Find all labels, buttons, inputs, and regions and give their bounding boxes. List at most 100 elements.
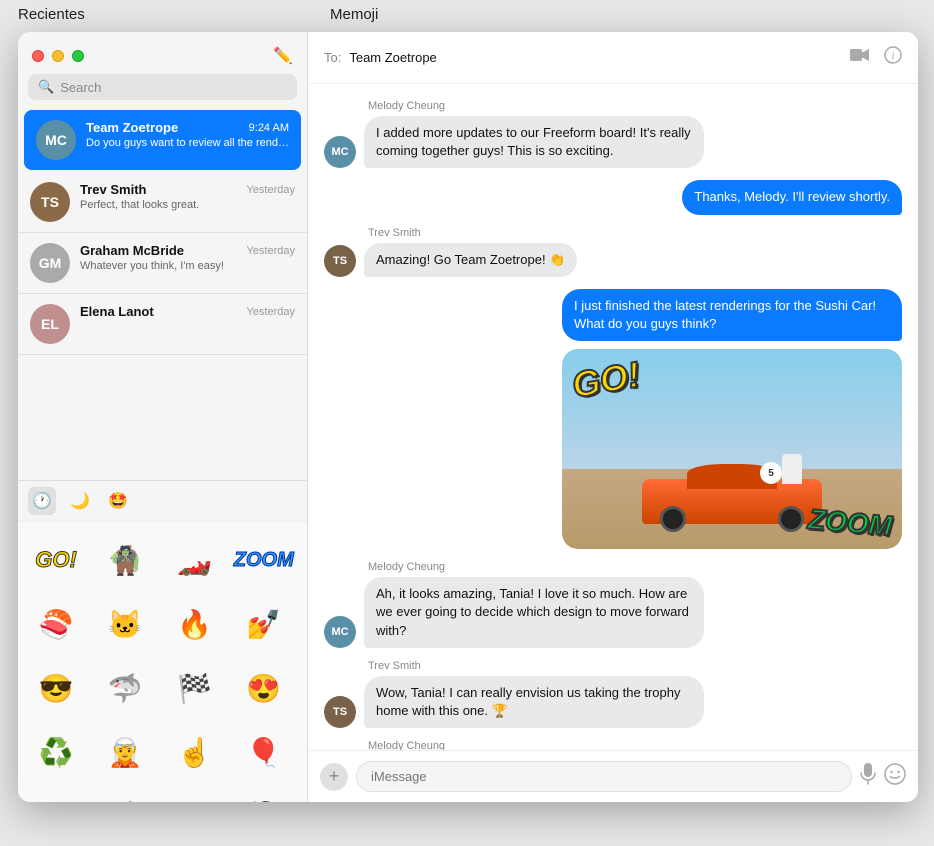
bubble-msg2: Thanks, Melody. I'll review shortly. (682, 180, 902, 214)
sticker-balloon[interactable]: 🎈 (234, 722, 294, 782)
to-label: To: (324, 50, 341, 65)
conv-preview-graham-mcbride: Whatever you think, I'm easy! (80, 260, 295, 272)
conv-content-graham: Graham McBride Yesterday Whatever you th… (80, 243, 295, 272)
messages-window: ✏️ 🔍 Search MC Team Zoetrope 9:24 AM Do … (18, 32, 918, 802)
avatar-melody-cheung-2: MC (324, 616, 356, 648)
search-bar[interactable]: 🔍 Search (28, 74, 297, 100)
conv-time-elena-lanot: Yesterday (246, 306, 295, 318)
conversation-list: MC Team Zoetrope 9:24 AM Do you guys wan… (18, 108, 307, 480)
msg-row-3: TS Amazing! Go Team Zoetrope! 👏 (324, 243, 902, 277)
sender-label-trev-1: Trev Smith (368, 227, 902, 239)
msg-group-2: Thanks, Melody. I'll review shortly. (324, 180, 902, 214)
sticker-sushi[interactable]: 🍣 (26, 594, 86, 654)
conv-preview-team-zoetrope: Do you guys want to review all the rende… (86, 137, 289, 149)
sticker-shark[interactable]: 🦈 (95, 658, 155, 718)
avatar-melody-cheung: MC (324, 136, 356, 168)
chat-header: To: Team Zoetrope i (308, 32, 918, 84)
conversation-item-elena-lanot[interactable]: EL Elena Lanot Yesterday (18, 294, 307, 355)
sticker-monster[interactable]: 🧌 (95, 530, 155, 590)
conv-header-elena: Elena Lanot Yesterday (80, 304, 295, 319)
conversation-item-trev-smith[interactable]: TS Trev Smith Yesterday Perfect, that lo… (18, 172, 307, 233)
msg-group-7: Melody Cheung MC Do you guys want to rev… (324, 740, 902, 750)
sushi-car-photo: 5 GO! ZOOM (562, 349, 902, 549)
msg-row-5: MC Ah, it looks amazing, Tania! I love i… (324, 577, 902, 648)
conv-name-elena-lanot: Elena Lanot (80, 304, 154, 319)
add-attachment-button[interactable]: + (320, 763, 348, 791)
sticker-memoji-person[interactable]: 🧑 (234, 786, 294, 802)
avatar-elena-lanot: EL (30, 304, 70, 344)
audio-icon[interactable] (860, 763, 876, 790)
conv-time-trev-smith: Yesterday (246, 184, 295, 196)
avatar-trev-smith: TS (30, 182, 70, 222)
conversation-item-graham-mcbride[interactable]: GM Graham McBride Yesterday Whatever you… (18, 233, 307, 294)
minimize-button[interactable] (52, 50, 64, 62)
emoji-icon[interactable] (884, 763, 906, 791)
sticker-recycle[interactable]: ♻️ (26, 722, 86, 782)
bubble-msg4: I just finished the latest renderings fo… (562, 289, 902, 341)
bubble-msg6: Wow, Tania! I can really envision us tak… (364, 676, 704, 728)
avatar-trev-smith-chat-2: TS (324, 696, 356, 728)
conv-header-trev: Trev Smith Yesterday (80, 182, 295, 197)
msg-row-1: MC I added more updates to our Freeform … (324, 116, 902, 168)
conv-content-elena: Elena Lanot Yesterday (80, 304, 295, 321)
sticker-fire[interactable]: 🔥 (165, 594, 225, 654)
sticker-cat[interactable]: 🐱 (95, 594, 155, 654)
msg-group-4: I just finished the latest renderings fo… (324, 289, 902, 549)
sender-label-melody-1: Melody Cheung (368, 100, 902, 112)
titlebar: ✏️ (18, 32, 307, 74)
maximize-button[interactable] (72, 50, 84, 62)
conv-name-team-zoetrope: Team Zoetrope (86, 120, 178, 135)
sticker-hearteyes[interactable]: 😍 (234, 658, 294, 718)
message-input[interactable] (356, 761, 852, 792)
chat-header-icons: i (850, 46, 902, 69)
bubble-msg1: I added more updates to our Freeform boa… (364, 116, 704, 168)
conv-header: Team Zoetrope 9:24 AM (86, 120, 289, 135)
sticker-tab-recents[interactable]: 🕐 (28, 487, 56, 515)
sticker-nailpaint[interactable]: 💅 (234, 594, 294, 654)
sticker-bubbletea[interactable]: 🧋 (95, 786, 155, 802)
msg-group-1: Melody Cheung MC I added more updates to… (324, 100, 902, 168)
sticker-memoji-girl[interactable]: 🧝 (95, 722, 155, 782)
sushi-car-image: 5 GO! ZOOM (562, 349, 902, 549)
sticker-tabs: 🕐 🌙 🤩 (18, 481, 307, 522)
conv-name-trev-smith: Trev Smith (80, 182, 146, 197)
sticker-zoom[interactable]: ZOOM (234, 530, 294, 590)
avatar-trev-smith-chat: TS (324, 245, 356, 277)
sticker-panel: 🕐 🌙 🤩 GO! 🧌 🏎️ ZOOM 🍣 🐱 🔥 💅 😎 🦈 🏁 � (18, 480, 307, 802)
sender-label-melody-2: Melody Cheung (368, 561, 902, 573)
conversation-item-team-zoetrope[interactable]: MC Team Zoetrope 9:24 AM Do you guys wan… (24, 110, 301, 170)
conv-name-graham-mcbride: Graham McBride (80, 243, 184, 258)
avatar-graham-mcbride: GM (30, 243, 70, 283)
msg-row-4: I just finished the latest renderings fo… (324, 289, 902, 341)
sticker-tini[interactable]: Tini (26, 786, 86, 802)
compose-icon[interactable]: ✏️ (273, 46, 293, 66)
sticker-tab-custom[interactable]: 🤩 (104, 487, 132, 515)
msg-row-6: TS Wow, Tania! I can really envision us … (324, 676, 902, 728)
sticker-checkerboard[interactable]: 🏁 (165, 658, 225, 718)
chat-recipient-name: Team Zoetrope (349, 50, 842, 65)
conv-time-graham-mcbride: Yesterday (246, 245, 295, 257)
msg-group-3: Trev Smith TS Amazing! Go Team Zoetrope!… (324, 227, 902, 277)
bubble-msg3: Amazing! Go Team Zoetrope! 👏 (364, 243, 577, 277)
sticker-foam-finger[interactable]: ☝️ (165, 722, 225, 782)
sender-label-trev-2: Trev Smith (368, 660, 902, 672)
info-icon[interactable]: i (884, 46, 902, 69)
messages-area: Melody Cheung MC I added more updates to… (308, 84, 918, 750)
sidebar: ✏️ 🔍 Search MC Team Zoetrope 9:24 AM Do … (18, 32, 308, 802)
close-button[interactable] (32, 50, 44, 62)
msg-group-6: Trev Smith TS Wow, Tania! I can really e… (324, 660, 902, 728)
conv-time-team-zoetrope: 9:24 AM (249, 122, 289, 134)
search-label: Search (60, 80, 101, 95)
sticker-racecar[interactable]: 🏎️ (165, 530, 225, 590)
conv-preview-trev-smith: Perfect, that looks great. (80, 199, 295, 211)
conv-header-graham: Graham McBride Yesterday (80, 243, 295, 258)
video-call-icon[interactable] (850, 46, 870, 69)
bubble-msg5: Ah, it looks amazing, Tania! I love it s… (364, 577, 704, 648)
sticker-go[interactable]: GO! (26, 530, 86, 590)
sticker-coolface[interactable]: 😎 (26, 658, 86, 718)
sticker-tab-memoji[interactable]: 🌙 (66, 487, 94, 515)
conv-content-team-zoetrope: Team Zoetrope 9:24 AM Do you guys want t… (86, 120, 289, 149)
sticker-car[interactable]: 🚗 (165, 786, 225, 802)
label-memoji: Memoji (330, 6, 378, 23)
search-icon: 🔍 (38, 79, 54, 95)
